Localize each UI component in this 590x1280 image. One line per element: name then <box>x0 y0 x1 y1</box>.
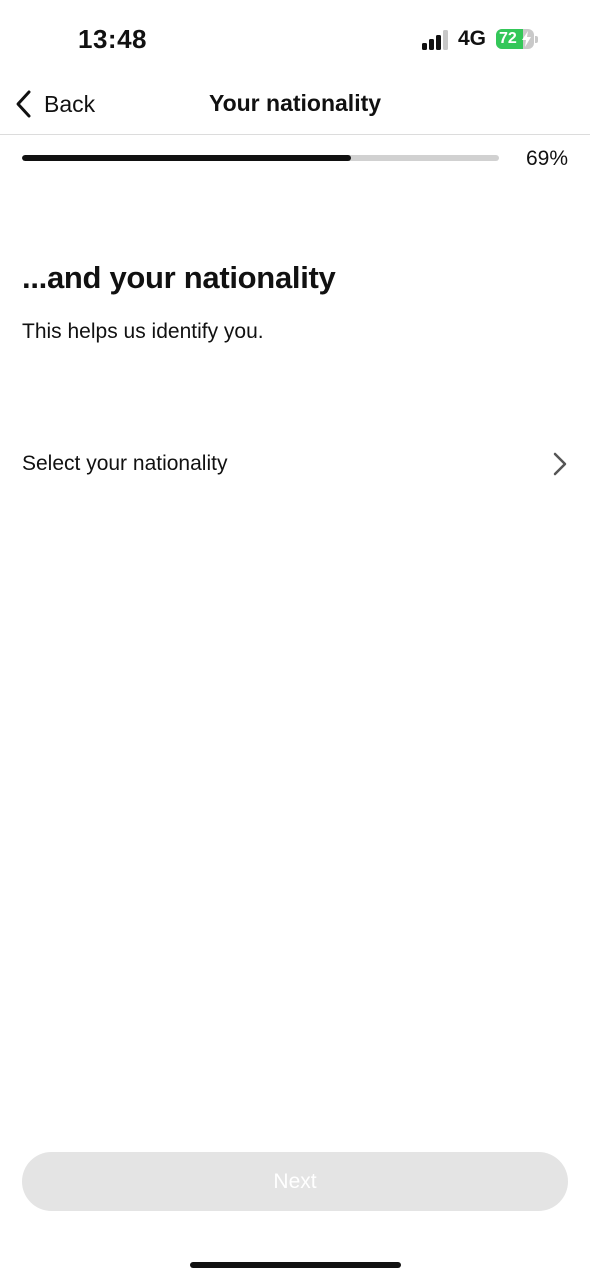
status-time: 13:48 <box>78 24 147 54</box>
nationality-select[interactable]: Select your nationality <box>22 440 568 488</box>
chevron-right-icon <box>553 452 567 476</box>
status-bar: 13:48 4G 72 <box>0 0 590 80</box>
bolt-icon <box>522 31 531 47</box>
progress-bar <box>22 155 499 161</box>
battery-charging-icon: 72 <box>496 29 538 49</box>
section-description: This helps us identify you. <box>22 320 264 343</box>
nationality-select-label: Select your nationality <box>22 452 228 475</box>
next-button[interactable]: Next <box>22 1152 568 1211</box>
signal-icon <box>421 28 448 50</box>
battery-percent: 72 <box>499 30 517 47</box>
page-title: Your nationality <box>208 90 382 116</box>
status-indicators: 4G 72 <box>421 27 538 51</box>
section-heading: ...and your nationality <box>22 260 336 295</box>
nav-bar: Back Your nationality <box>0 80 590 135</box>
home-indicator <box>190 1262 401 1268</box>
progress-percent: 69% <box>525 147 568 170</box>
progress-fill <box>22 155 352 161</box>
network-type: 4G <box>457 27 486 50</box>
